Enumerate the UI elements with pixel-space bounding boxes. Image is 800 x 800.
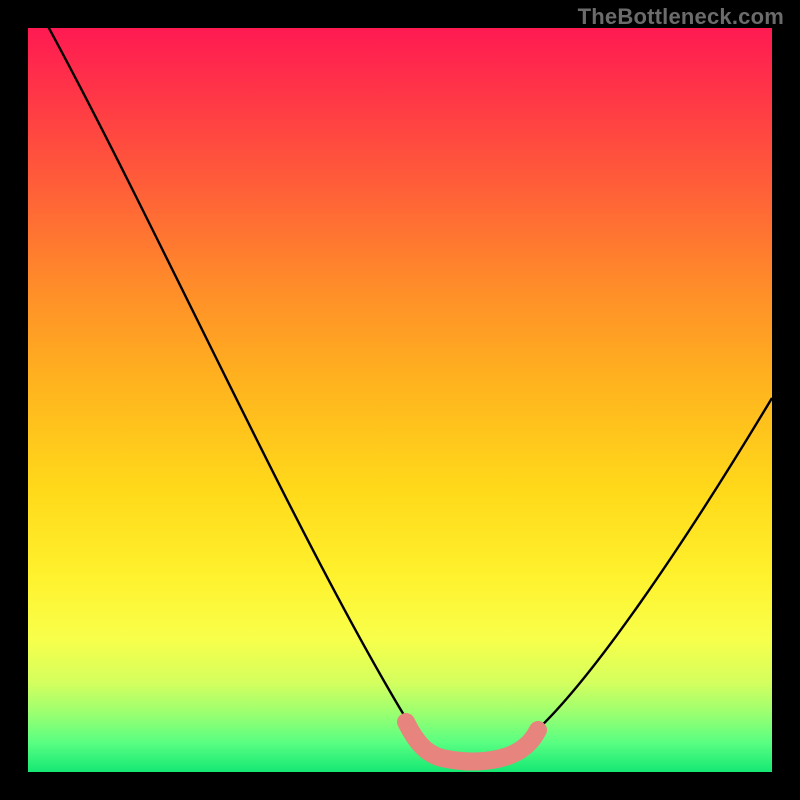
optimal-range-path	[406, 722, 538, 762]
watermark-text: TheBottleneck.com	[578, 4, 784, 30]
chart-frame: TheBottleneck.com	[0, 0, 800, 800]
optimal-range-marker	[28, 28, 772, 772]
plot-area	[28, 28, 772, 772]
